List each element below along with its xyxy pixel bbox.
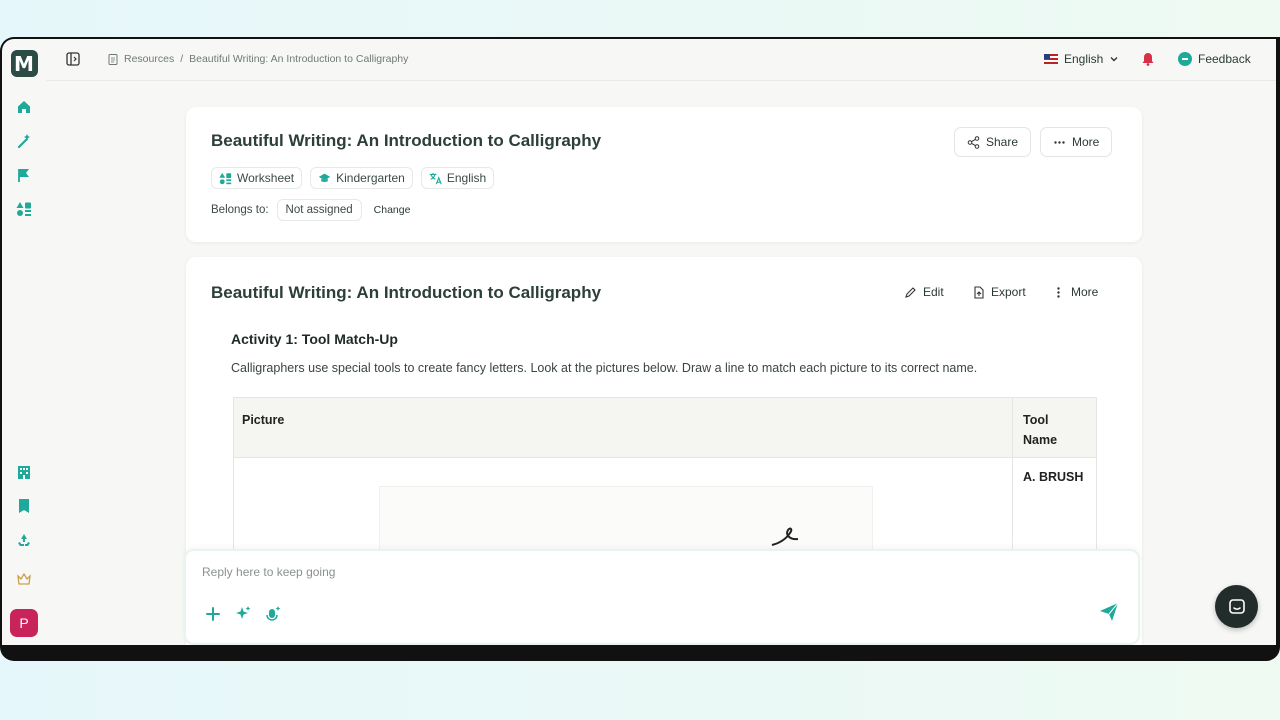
- tool-name-cell: A. BRUSH: [1023, 470, 1084, 484]
- shapes-icon: [219, 172, 232, 184]
- header-tool-name: Tool Name: [1023, 413, 1058, 447]
- home-icon[interactable]: [16, 99, 32, 115]
- more-label: More: [1071, 285, 1099, 299]
- export-icon: [974, 285, 984, 299]
- magic-microphone-icon[interactable]: [264, 605, 282, 623]
- activity-instructions: Calligraphers use special tools to creat…: [231, 361, 978, 375]
- flag-icon[interactable]: [16, 167, 32, 183]
- chat-icon: [1228, 598, 1245, 614]
- worksheet-more-button[interactable]: More: [1052, 285, 1098, 299]
- share-label: Share: [986, 135, 1019, 149]
- breadcrumb: Resources / Beautiful Writing: An Introd…: [108, 53, 408, 65]
- tag-label: English: [446, 171, 487, 185]
- more-label: More: [1072, 135, 1100, 149]
- edit-button[interactable]: Edit: [904, 285, 944, 299]
- us-flag-icon: [1044, 54, 1058, 64]
- belongs-label: Belongs to:: [211, 204, 269, 216]
- feedback-button[interactable]: Feedback: [1178, 52, 1251, 66]
- ellipsis-icon: [1054, 140, 1065, 144]
- tag-language: English: [420, 167, 495, 189]
- shapes-icon[interactable]: [16, 201, 32, 217]
- support-chat-button[interactable]: [1215, 585, 1258, 628]
- edit-label: Edit: [923, 285, 944, 299]
- worksheet-title: Beautiful Writing: An Introduction to Ca…: [211, 283, 602, 302]
- sidebar: M: [2, 39, 46, 645]
- resource-title: Beautiful Writing: An Introduction to Ca…: [211, 131, 602, 150]
- export-label: Export: [991, 285, 1026, 299]
- export-button[interactable]: Export: [972, 285, 1026, 299]
- building-icon[interactable]: [16, 464, 32, 480]
- reply-input[interactable]: [202, 565, 902, 579]
- header-more-button[interactable]: More: [1040, 127, 1113, 157]
- tag-label: Kindergarten: [336, 171, 405, 185]
- change-button[interactable]: Change: [374, 204, 411, 216]
- recycle-icon[interactable]: [16, 532, 32, 548]
- document-icon: [108, 53, 118, 65]
- activity-title: Activity 1: Tool Match-Up: [231, 331, 398, 347]
- translate-icon: [429, 172, 442, 184]
- magic-wand-icon[interactable]: [16, 133, 32, 149]
- bookmark-icon[interactable]: [16, 498, 32, 514]
- tag-worksheet: Worksheet: [211, 167, 303, 189]
- crown-icon[interactable]: [16, 571, 32, 587]
- table-header-row: Picture Tool Name: [234, 398, 1096, 458]
- topbar: Resources / Beautiful Writing: An Introd…: [46, 39, 1276, 81]
- bell-icon[interactable]: [1142, 52, 1154, 66]
- calligraphy-squiggle-icon: [771, 527, 799, 546]
- chevron-down-icon: [1110, 57, 1118, 62]
- language-label: English: [1064, 52, 1104, 66]
- tag-grade: Kindergarten: [310, 167, 413, 189]
- app-window: M P Resources / Beautiful Writing: An In…: [2, 39, 1276, 645]
- share-button[interactable]: Share: [954, 127, 1032, 157]
- sidebar-toggle-icon[interactable]: [66, 52, 80, 66]
- plus-icon[interactable]: [204, 605, 222, 623]
- tag-label: Worksheet: [237, 171, 295, 185]
- breadcrumb-separator: /: [180, 53, 184, 65]
- app-frame: M P Resources / Beautiful Writing: An In…: [0, 37, 1280, 661]
- tag-list: Worksheet Kindergarten English: [211, 167, 495, 189]
- sparkles-icon[interactable]: [234, 605, 252, 623]
- avatar[interactable]: P: [10, 609, 38, 637]
- breadcrumb-resources[interactable]: Resources: [124, 53, 174, 65]
- graduation-cap-icon: [318, 173, 331, 182]
- logo[interactable]: M: [10, 50, 38, 77]
- breadcrumb-current: Beautiful Writing: An Introduction to Ca…: [189, 53, 409, 65]
- feedback-icon: [1178, 52, 1192, 66]
- resource-header-card: Beautiful Writing: An Introduction to Ca…: [186, 107, 1142, 242]
- vertical-ellipsis-icon: [1057, 286, 1060, 298]
- send-icon[interactable]: [1098, 601, 1120, 623]
- belongs-value: Not assigned: [276, 199, 362, 221]
- reply-box: [184, 549, 1140, 645]
- share-icon: [967, 135, 980, 149]
- feedback-label: Feedback: [1198, 52, 1251, 66]
- header-picture: Picture: [242, 413, 285, 427]
- pencil-icon: [905, 286, 916, 298]
- language-select[interactable]: English: [1044, 52, 1119, 66]
- belongs-to-row: Belongs to: Not assigned Change: [211, 199, 410, 221]
